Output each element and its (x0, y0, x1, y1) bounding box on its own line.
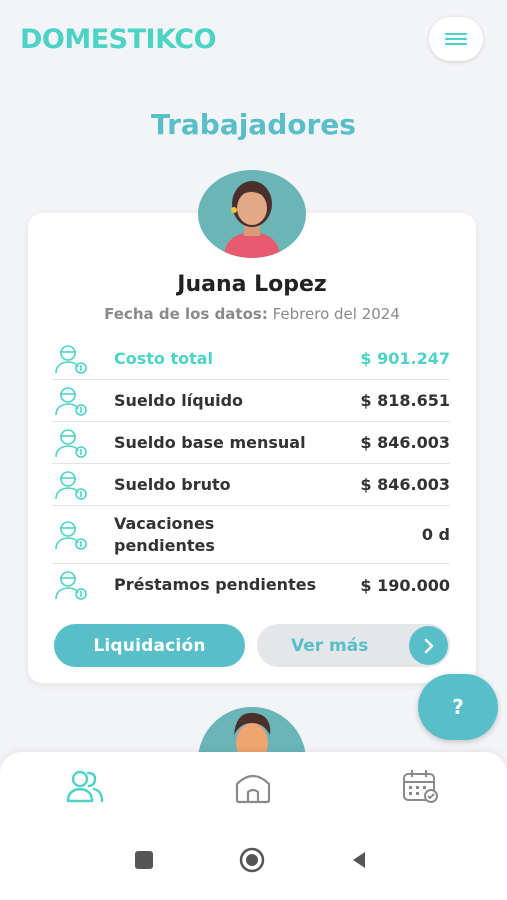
row-costo-total: Costo total $ 901.247 (52, 338, 450, 380)
liquidacion-button[interactable]: Liquidación (54, 624, 245, 667)
row-value: $ 846.003 (360, 475, 450, 494)
bottom-nav (0, 752, 507, 820)
home-system-button[interactable] (238, 846, 266, 874)
hamburger-icon (445, 30, 467, 48)
nav-workers[interactable] (63, 766, 107, 806)
row-prestamos: Préstamos pendientes $ 190.000 (52, 564, 450, 606)
data-date: Fecha de los datos: Febrero del 2024 (28, 305, 476, 323)
row-value: 0 d (421, 525, 450, 544)
worker-money-icon (55, 386, 87, 416)
worker-data-list: Costo total $ 901.247 Sueldo líquido $ 8… (52, 338, 450, 606)
avatar-woman-icon (198, 170, 306, 258)
app-logo: DOMESTIKCO (20, 24, 217, 55)
row-sueldo-bruto: Sueldo bruto $ 846.003 (52, 464, 450, 506)
row-vacaciones: Vacaciones pendientes 0 d (52, 506, 450, 564)
row-value: $ 846.003 (360, 433, 450, 452)
row-label-line2: pendientes (114, 535, 215, 555)
ver-mas-label: Ver más (291, 635, 369, 656)
top-bar: DOMESTIKCO (0, 0, 507, 90)
row-value: $ 818.651 (360, 391, 450, 410)
worker-name: Juana Lopez (177, 272, 327, 297)
page-title: Trabajadores (151, 108, 356, 141)
back-triangle-icon (353, 852, 365, 868)
nav-home[interactable] (231, 766, 275, 806)
row-label: Sueldo bruto (114, 474, 231, 494)
back-button[interactable] (345, 846, 373, 874)
worker-money-icon (55, 470, 87, 500)
row-sueldo-liquido: Sueldo líquido $ 818.651 (52, 380, 450, 422)
recent-apps-button[interactable] (130, 846, 158, 874)
worker-avatar (198, 170, 306, 258)
calendar-icon (403, 770, 438, 803)
workers-icon (66, 770, 104, 803)
worker-money-icon (55, 428, 87, 458)
row-label: Costo total (114, 348, 214, 368)
chevron-right-icon (409, 626, 448, 665)
nav-calendar[interactable] (399, 766, 443, 806)
help-button[interactable]: ? (418, 674, 498, 740)
worker-money-icon (55, 344, 87, 374)
worker-money-icon (55, 520, 87, 550)
row-label-line1: Vacaciones (114, 513, 215, 533)
row-label: Préstamos pendientes (114, 575, 317, 594)
row-sueldo-base: Sueldo base mensual $ 846.003 (52, 422, 450, 464)
data-date-value: Febrero del 2024 (272, 305, 400, 323)
menu-button[interactable] (429, 17, 483, 61)
data-date-label: Fecha de los datos: (104, 305, 268, 323)
row-value: $ 901.247 (360, 349, 450, 368)
ver-mas-button[interactable]: Ver más (257, 624, 450, 667)
home-icon (235, 774, 271, 804)
row-label: Vacaciones pendientes (114, 513, 422, 557)
worker-money-icon (55, 571, 87, 600)
square-icon (135, 851, 153, 869)
row-label: Sueldo líquido (114, 390, 244, 410)
row-label: Sueldo base mensual (114, 432, 306, 452)
row-value: $ 190.000 (360, 575, 450, 595)
circle-icon (239, 847, 265, 873)
system-nav-bar (0, 820, 507, 900)
